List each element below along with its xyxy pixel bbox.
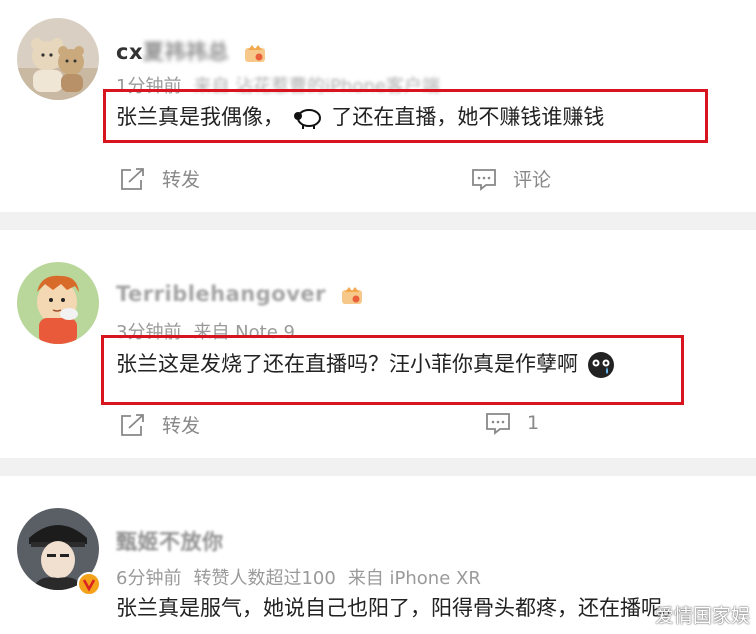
repost-button[interactable]: 转发 xyxy=(120,165,200,192)
comment-post-1: cx夏祎祎总 1分钟前 来自 沾花惹曹的iPhone客户端 张兰真是我偶像， 了还… xyxy=(0,0,756,212)
comment-count: 1 xyxy=(527,412,540,434)
post-reposts: 转赞人数超过100 xyxy=(193,568,336,589)
post-separator xyxy=(0,458,756,476)
username-text: Terriblehangover xyxy=(116,282,326,306)
repost-icon xyxy=(121,167,144,190)
username-visible: cx xyxy=(116,40,143,64)
comment-post-2: Terriblehangover 3分钟前 来自 Note 9 张兰这是发烧了还在… xyxy=(0,230,756,458)
post-separator xyxy=(0,212,756,230)
username[interactable]: 甄姬不放你 xyxy=(116,526,224,556)
post-content: 张兰真是我偶像， 了还在直播，她不赚钱谁赚钱 xyxy=(116,103,604,131)
content-text: 张兰这是发烧了还在直播吗？汪小菲你真是作孽啊 xyxy=(116,352,578,376)
repost-button[interactable]: 转发 xyxy=(120,411,200,438)
comment-button[interactable]: 1 xyxy=(485,411,539,435)
username[interactable]: Terriblehangover xyxy=(116,282,364,306)
repost-icon xyxy=(121,413,144,436)
repost-label: 转发 xyxy=(162,169,201,191)
post-source: 来自 iPhone XR xyxy=(347,568,481,589)
post-content: 张兰这是发烧了还在直播吗？汪小菲你真是作孽啊 xyxy=(116,350,617,379)
post-meta: 6分钟前 转赞人数超过100 来自 iPhone XR xyxy=(116,564,493,590)
crying-emoji-icon xyxy=(587,352,614,378)
content-text-end: 了还在直播，她不赚钱谁赚钱 xyxy=(331,105,605,129)
avatar[interactable] xyxy=(17,262,99,344)
content-text-start: 张兰真是我偶像， xyxy=(116,105,284,129)
comment-icon xyxy=(486,413,510,435)
comment-label: 评论 xyxy=(513,169,552,191)
repost-label: 转发 xyxy=(162,415,201,437)
watermark: 爱情国家娱 xyxy=(654,605,750,627)
post-content: 张兰真是服气，她说自己也阳了，阳得骨头都疼，还在播呢。 xyxy=(116,594,683,622)
vip-crown-icon xyxy=(244,45,265,62)
vip-crown-icon xyxy=(341,287,362,304)
content-text: 张兰真是服气，她说自己也阳了，阳得骨头都疼，还在播呢。 xyxy=(116,596,683,620)
avatar[interactable] xyxy=(17,18,99,100)
username-text: 甄姬不放你 xyxy=(116,530,224,554)
post-time: 6分钟前 xyxy=(116,568,182,589)
sheep-emoji-icon xyxy=(293,109,321,129)
verified-v-icon xyxy=(77,572,101,596)
comment-icon xyxy=(472,168,496,191)
cartoon-boy-avatar-icon xyxy=(17,262,99,344)
username[interactable]: cx夏祎祎总 xyxy=(116,36,267,66)
comment-button[interactable]: 评论 xyxy=(471,165,551,192)
username-blurred: 夏祎祎总 xyxy=(143,40,229,64)
bear-avatar-icon xyxy=(17,18,99,100)
comment-post-3: 甄姬不放你 6分钟前 转赞人数超过100 来自 iPhone XR 张兰真是服气，她… xyxy=(0,476,756,634)
